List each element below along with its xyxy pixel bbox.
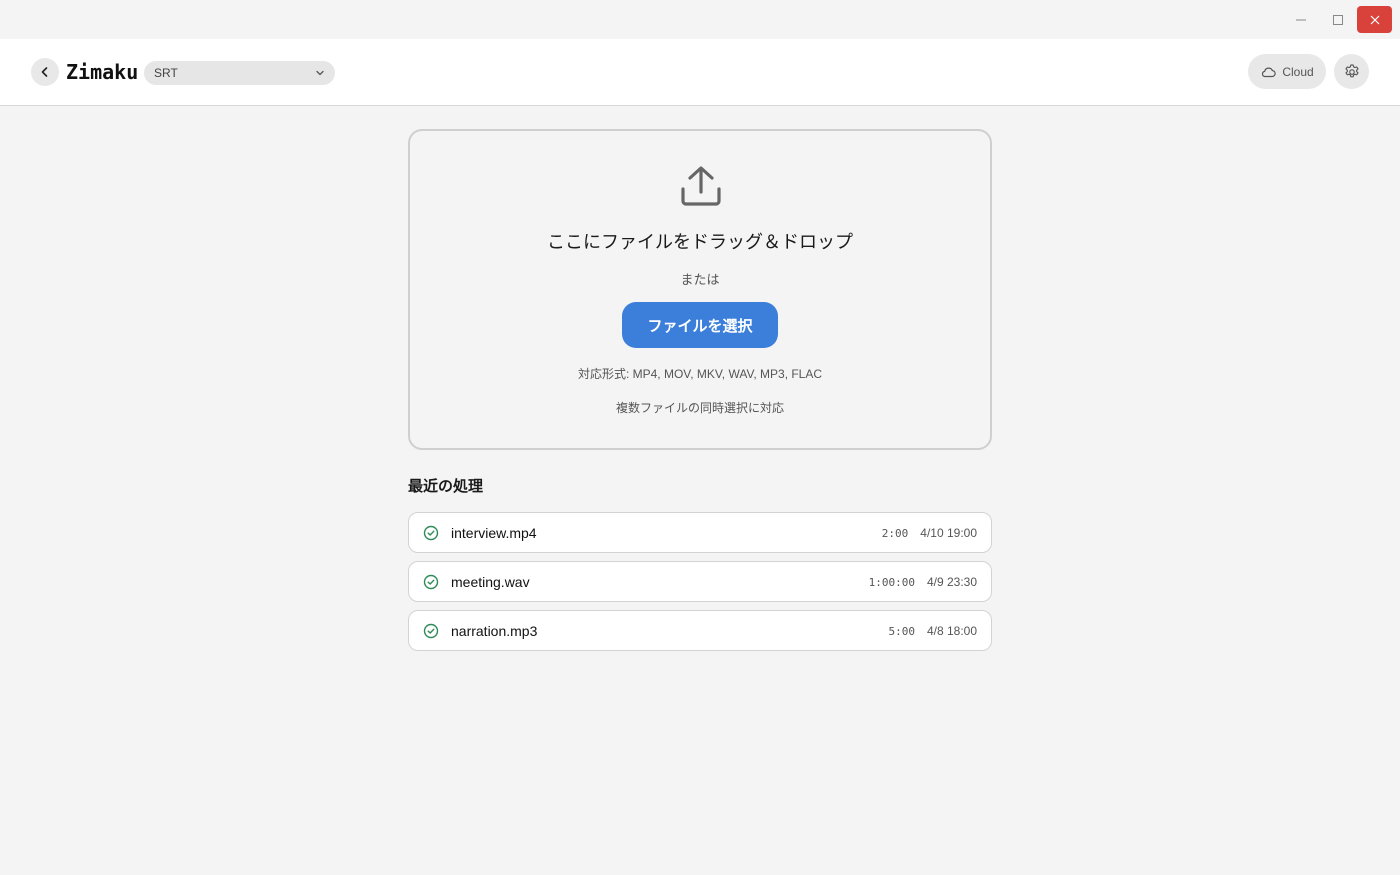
recent-section-title: 最近の処理 [408,478,484,495]
dropzone-title: ここにファイルをドラッグ＆ドロップ [547,232,853,252]
file-dropzone[interactable]: ここにファイルをドラッグ＆ドロップ または ファイルを選択 対応形式: MP4,… [408,129,992,450]
select-file-button[interactable]: ファイルを選択 [622,302,778,348]
format-select-value: SRT [154,66,178,80]
recent-list: interview.mp4 2:00 4/10 19:00 meeting.wa… [408,512,992,659]
file-meta: 1:00:00 4/9 23:30 [869,575,977,589]
list-item[interactable]: interview.mp4 2:00 4/10 19:00 [408,512,992,553]
close-icon [1370,15,1379,24]
settings-button[interactable] [1334,54,1369,89]
chevron-down-icon [316,70,324,76]
multi-select-note: 複数ファイルの同時選択に対応 [615,401,784,415]
file-date: 4/10 19:00 [920,526,977,540]
file-date: 4/9 23:30 [926,575,977,589]
file-duration: 2:00 [881,527,909,540]
format-select[interactable]: SRT [144,61,335,85]
cloud-button[interactable]: Cloud [1248,54,1326,89]
file-duration: 1:00:00 [868,576,915,589]
app-title: Zimaku [66,60,139,84]
check-circle-icon [423,623,439,639]
gear-icon [1344,63,1359,77]
file-duration: 5:00 [888,625,915,638]
dropzone-or-text: または [680,272,720,287]
cloud-icon [1262,67,1277,77]
minimize-button[interactable] [1283,6,1318,33]
check-circle-icon [423,574,439,590]
file-meta: 5:00 4/8 18:00 [888,624,977,638]
file-date: 4/8 18:00 [926,624,977,638]
close-button[interactable] [1357,6,1392,33]
upload-icon [681,166,721,206]
list-item[interactable]: narration.mp3 5:00 4/8 18:00 [408,610,992,651]
app-header: Zimaku SRT Cloud [0,39,1400,106]
check-circle-icon [423,525,439,541]
file-name: meeting.wav [451,574,530,590]
file-name: narration.mp3 [451,623,538,639]
chevron-left-icon [41,67,48,77]
maximize-button[interactable] [1320,6,1355,33]
minimize-icon [1295,19,1306,20]
file-name: interview.mp4 [451,525,537,541]
list-item[interactable]: meeting.wav 1:00:00 4/9 23:30 [408,561,992,602]
supported-formats-text: 対応形式: MP4, MOV, MKV, WAV, MP3, FLAC [577,367,823,381]
maximize-icon [1332,14,1343,25]
back-button[interactable] [31,58,59,86]
cloud-button-label: Cloud [1282,64,1314,79]
file-meta: 2:00 4/10 19:00 [882,526,977,540]
title-bar [0,0,1400,39]
